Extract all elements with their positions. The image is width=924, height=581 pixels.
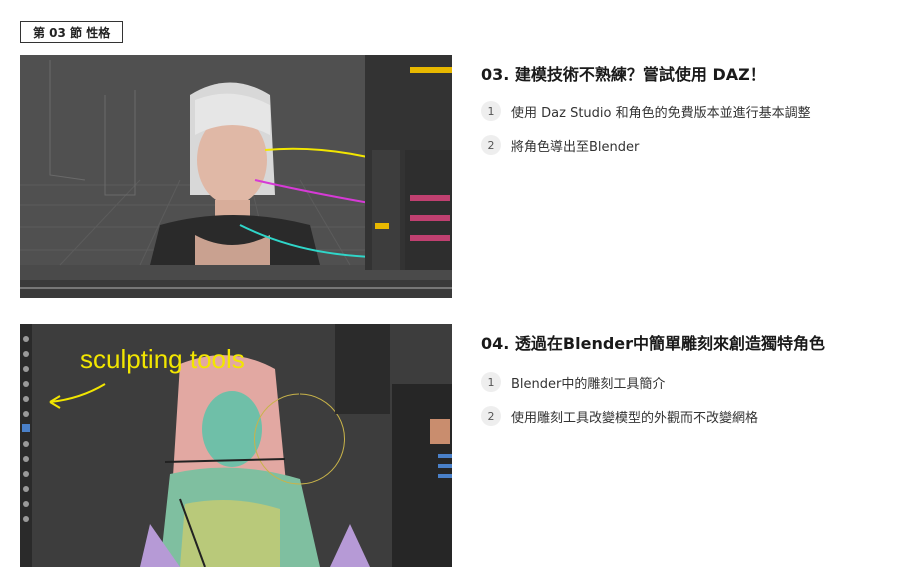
list-item: 2 使用雕刻工具改變模型的外觀而不改變網格	[481, 404, 758, 428]
lesson-04-items: 1 Blender中的雕刻工具簡介 2 使用雕刻工具改變模型的外觀而不改變網格	[481, 370, 758, 438]
list-item: 2 將角色導出至Blender	[481, 133, 811, 157]
item-text: Blender中的雕刻工具簡介	[511, 376, 666, 392]
list-item: 1 使用 Daz Studio 和角色的免費版本並進行基本調整	[481, 99, 811, 123]
item-number: 2	[481, 406, 501, 426]
lesson-03-thumbnail[interactable]	[20, 55, 452, 298]
lesson-03-items: 1 使用 Daz Studio 和角色的免費版本並進行基本調整 2 將角色導出至…	[481, 99, 811, 167]
blender-sculpt-screenshot: sculpting tools	[20, 324, 452, 567]
item-text: 使用 Daz Studio 和角色的免費版本並進行基本調整	[511, 105, 811, 121]
item-number: 1	[481, 101, 501, 121]
item-text: 將角色導出至Blender	[511, 139, 640, 155]
item-number: 1	[481, 372, 501, 392]
list-item: 1 Blender中的雕刻工具簡介	[481, 370, 758, 394]
lesson-04-thumbnail[interactable]: sculpting tools	[20, 324, 452, 567]
lesson-03-title[interactable]: 03. 建模技術不熟練？嘗試使用 DAZ！	[481, 61, 766, 85]
lesson-04-title[interactable]: 04. 透過在Blender中簡單雕刻來創造獨特角色	[481, 330, 825, 354]
item-number: 2	[481, 135, 501, 155]
item-text: 使用雕刻工具改變模型的外觀而不改變網格	[511, 410, 759, 426]
daz-export-screenshot	[20, 55, 452, 298]
section-label: 第 03 節 性格	[20, 21, 124, 43]
sculpting-tools-label: sculpting tools	[80, 344, 245, 374]
